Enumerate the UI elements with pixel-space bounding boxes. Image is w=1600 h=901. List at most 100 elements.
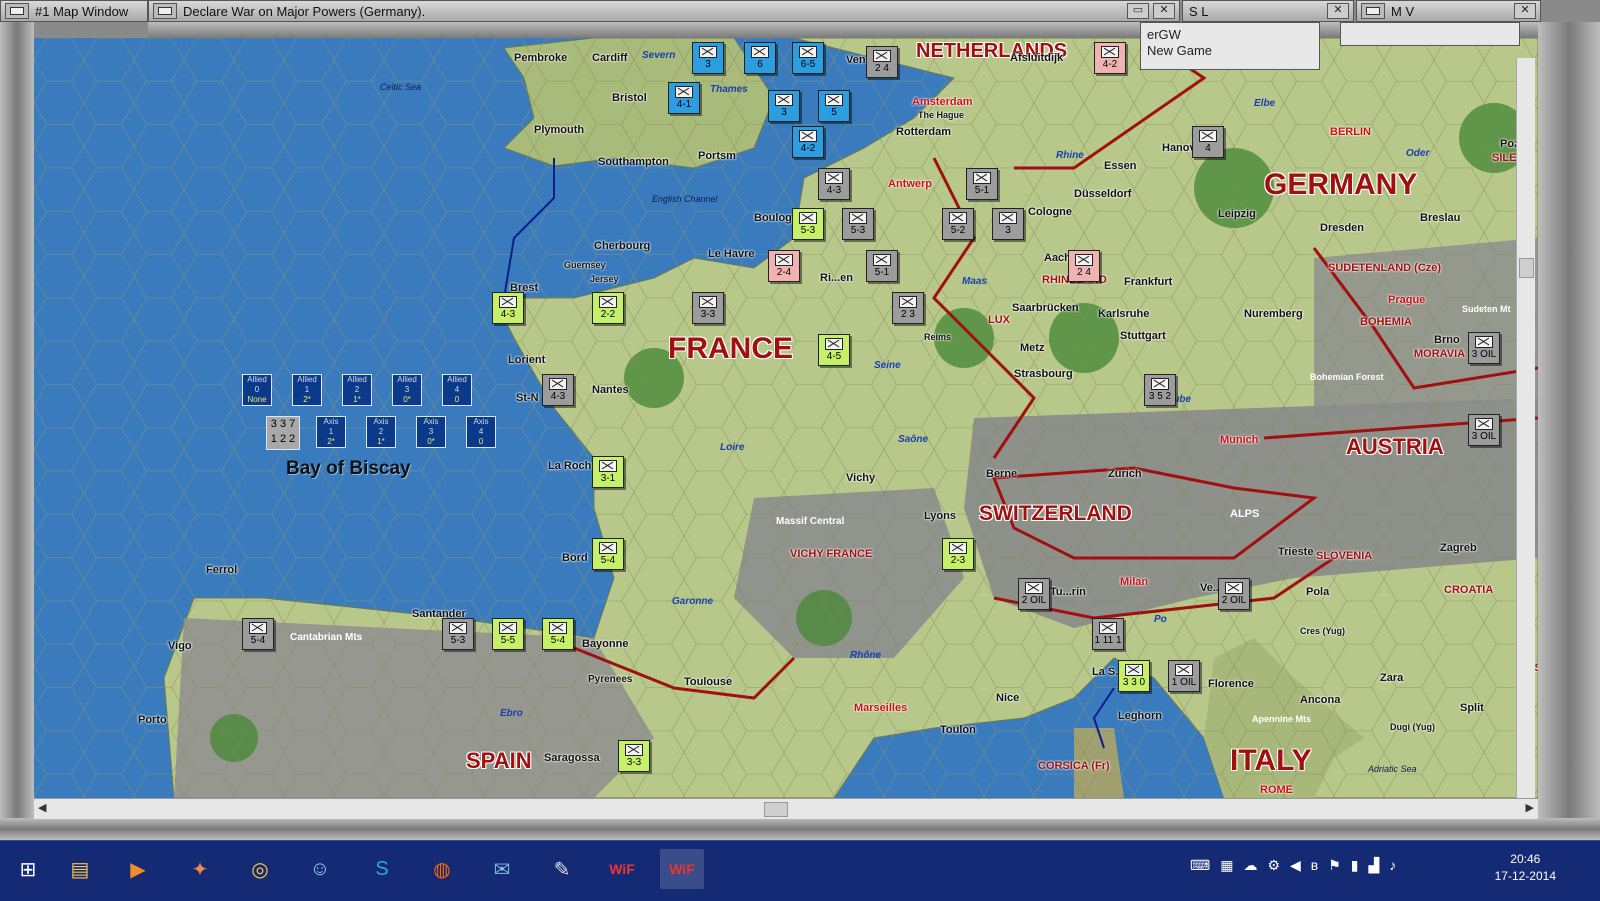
vertical-scrollbar[interactable]: [1516, 58, 1535, 798]
axis-box[interactable]: Axis 2 1*: [366, 416, 396, 448]
chrome-icon[interactable]: ◎: [238, 849, 282, 889]
firefox-icon[interactable]: ◍: [420, 849, 464, 889]
unit-counter[interactable]: 2 4: [866, 46, 898, 78]
unit-counter[interactable]: 3-3: [692, 292, 724, 324]
unit-counter[interactable]: 5-3: [442, 618, 474, 650]
mv-window-title: M V: [1391, 3, 1415, 19]
city-label: Massif Central: [776, 516, 845, 527]
keyboard-icon[interactable]: ⌨: [1190, 857, 1210, 874]
sl-panel[interactable]: erGW New Game: [1140, 22, 1320, 70]
unit-counter[interactable]: 5-2: [942, 208, 974, 240]
clock[interactable]: 20:46 17-12-2014: [1495, 851, 1556, 885]
volume-icon[interactable]: ◀: [1290, 857, 1301, 874]
messenger-icon[interactable]: ☺: [298, 849, 342, 889]
editor-icon[interactable]: ✎: [540, 849, 584, 889]
unit-counter[interactable]: 3 3 0: [1118, 660, 1150, 692]
unit-counter[interactable]: 5-4: [542, 618, 574, 650]
unit-counter[interactable]: 2 OIL: [1218, 578, 1250, 610]
unit-counter[interactable]: 2 3: [892, 292, 924, 324]
axis-box[interactable]: Axis 4 0: [466, 416, 496, 448]
sl-titlebar[interactable]: S L ✕: [1182, 0, 1354, 22]
country-label-italy: ITALY: [1230, 744, 1312, 777]
unit-counter[interactable]: 2 4: [1068, 250, 1100, 282]
allied-box[interactable]: Allied 4 0: [442, 374, 472, 406]
cloud-icon[interactable]: ☁: [1243, 857, 1257, 874]
allied-box[interactable]: Allied 0 None: [242, 374, 272, 406]
unit-counter[interactable]: 3 OIL: [1468, 414, 1500, 446]
flag-icon[interactable]: ⚑: [1328, 857, 1341, 874]
unit-counter[interactable]: 3: [768, 90, 800, 122]
unit-counter[interactable]: 5-1: [866, 250, 898, 282]
unit-counter[interactable]: 3-1: [592, 456, 624, 488]
map-window-titlebar[interactable]: #1 Map Window: [0, 0, 148, 22]
unit-counter[interactable]: 3-3: [618, 740, 650, 772]
unit-counter[interactable]: 5-4: [592, 538, 624, 570]
unit-counter[interactable]: 4-3: [492, 292, 524, 324]
bluetooth-icon[interactable]: ʙ: [1311, 857, 1318, 874]
unit-counter[interactable]: 5-3: [842, 208, 874, 240]
unit-counter[interactable]: 3 OIL: [1468, 332, 1500, 364]
network-icon[interactable]: ▟: [1369, 857, 1380, 874]
unit-counter[interactable]: 4-3: [542, 374, 574, 406]
unit-counter[interactable]: 5-5: [492, 618, 524, 650]
unit-counter[interactable]: 5: [818, 90, 850, 122]
unit-counter[interactable]: 1 11 1: [1092, 618, 1124, 650]
woff-icon[interactable]: WiF: [660, 849, 704, 889]
unit-counter[interactable]: 5-3: [792, 208, 824, 240]
unit-counter[interactable]: 4-3: [818, 168, 850, 200]
unit-counter[interactable]: 2-4: [768, 250, 800, 282]
unit-counter[interactable]: 4-5: [818, 334, 850, 366]
allied-box[interactable]: Allied 3 0*: [392, 374, 422, 406]
file-explorer-icon[interactable]: ▤: [58, 849, 102, 889]
horizontal-scrollbar[interactable]: ◀ ▶: [34, 798, 1538, 819]
close-icon[interactable]: ✕: [1327, 3, 1349, 19]
scroll-thumb[interactable]: [764, 802, 788, 817]
unit-strength: 1 OIL: [1171, 677, 1197, 688]
unit-strength: 3: [1005, 225, 1011, 236]
unit-counter[interactable]: 1 OIL: [1168, 660, 1200, 692]
unit-symbol-icon: [599, 296, 617, 308]
woff-icon[interactable]: WiF: [600, 849, 644, 889]
unit-counter[interactable]: 6-5: [792, 42, 824, 74]
allied-box[interactable]: Allied 2 1*: [342, 374, 372, 406]
unit-counter[interactable]: 3 5 2: [1144, 374, 1176, 406]
mv-panel[interactable]: [1340, 22, 1520, 46]
unit-counter[interactable]: 4: [1192, 126, 1224, 158]
close-icon[interactable]: ✕: [1153, 3, 1175, 19]
axis-summary-box[interactable]: 3 3 71 2 2: [266, 416, 300, 450]
skype-icon[interactable]: S: [360, 849, 404, 889]
axis-box[interactable]: Axis 1 2*: [316, 416, 346, 448]
unit-counter[interactable]: 4-1: [668, 82, 700, 114]
minimize-icon[interactable]: ▭: [1127, 3, 1149, 19]
map-terrain[interactable]: [34, 38, 1538, 798]
unit-counter[interactable]: 5-1: [966, 168, 998, 200]
allied-box[interactable]: Allied 1 2*: [292, 374, 322, 406]
city-label: The Hague: [918, 110, 965, 120]
unit-counter[interactable]: 4-2: [1094, 42, 1126, 74]
hex-map[interactable]: NETHERLANDS GERMANY FRANCE SWITZERLAND A…: [34, 38, 1538, 798]
scroll-thumb[interactable]: [1519, 258, 1534, 278]
app-tray-icon[interactable]: ▦: [1220, 857, 1233, 874]
scroll-right-icon[interactable]: ▶: [1526, 801, 1534, 814]
unit-counter[interactable]: 4-2: [792, 126, 824, 158]
thunderbird-icon[interactable]: ✉: [480, 849, 524, 889]
unit-counter[interactable]: 3: [992, 208, 1024, 240]
main-titlebar[interactable]: Declare War on Major Powers (Germany). ▭…: [148, 0, 1180, 22]
windows-logo-icon[interactable]: ⊞: [6, 849, 50, 889]
media-player-icon[interactable]: ▶: [116, 849, 160, 889]
unit-counter[interactable]: 5-4: [242, 618, 274, 650]
axis-box[interactable]: Axis 3 0*: [416, 416, 446, 448]
unit-counter[interactable]: 2-2: [592, 292, 624, 324]
settings-icon[interactable]: ⚙: [1267, 857, 1280, 874]
speaker-icon[interactable]: ♪: [1389, 857, 1396, 874]
game-icon[interactable]: ✦: [178, 849, 222, 889]
system-tray[interactable]: ⌨ ▦ ☁ ⚙ ◀ ʙ ⚑ ▮ ▟ ♪: [1190, 857, 1396, 874]
scroll-left-icon[interactable]: ◀: [38, 801, 46, 814]
unit-counter[interactable]: 2-3: [942, 538, 974, 570]
unit-counter[interactable]: 6: [744, 42, 776, 74]
close-icon[interactable]: ✕: [1514, 3, 1536, 19]
mv-titlebar[interactable]: M V ✕: [1356, 0, 1541, 22]
unit-counter[interactable]: 2 OIL: [1018, 578, 1050, 610]
unit-counter[interactable]: 3: [692, 42, 724, 74]
battery-icon[interactable]: ▮: [1351, 857, 1359, 874]
